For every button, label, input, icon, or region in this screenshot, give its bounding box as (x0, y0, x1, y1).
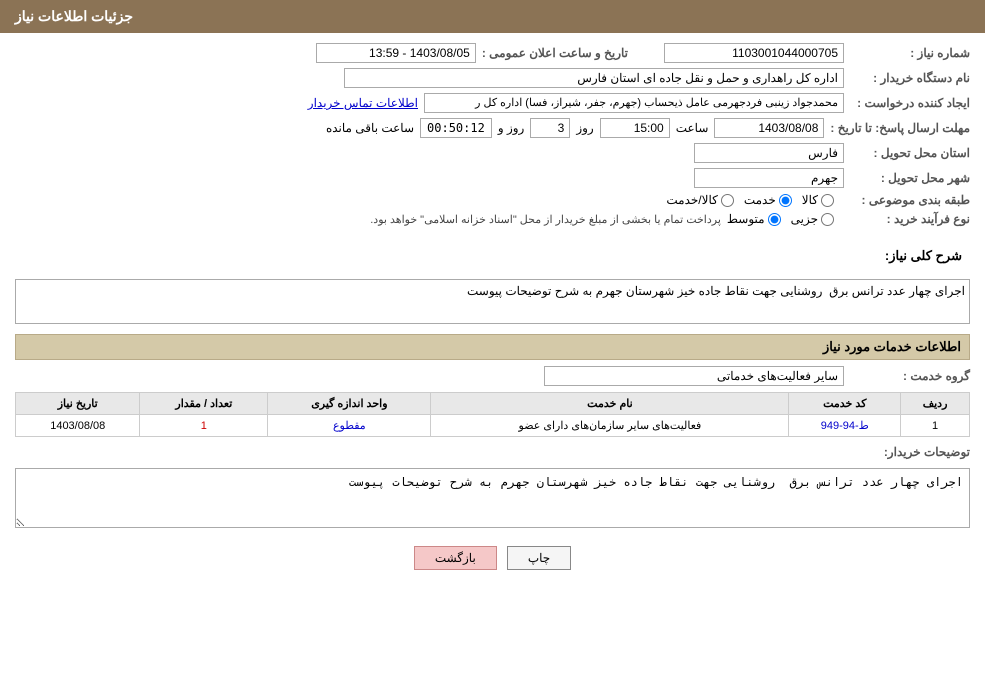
radio-jozi: جزیی (791, 212, 834, 226)
farayand-label: نوع فرآیند خرید : (850, 212, 970, 226)
shomareNiaz-value: 1103001044000705 (664, 43, 844, 63)
row-shahr: شهر محل تحویل : جهرم (15, 168, 970, 188)
sharh-textarea[interactable] (15, 279, 970, 324)
row-shomareNiaz: شماره نیاز : 1103001044000705 تاریخ و سا… (15, 43, 970, 63)
farayand-radio-group: جزیی متوسط (727, 212, 834, 226)
mohlat-label: مهلت ارسال پاسخ: تا تاریخ : (830, 121, 970, 135)
radio-motevasset: متوسط (727, 212, 781, 226)
ijadKonande-label: ایجاد کننده درخواست : (850, 96, 970, 110)
radio-khedmat-label: خدمت (744, 193, 776, 207)
row-namDastgah: نام دستگاه خریدار : اداره کل راهداری و ح… (15, 68, 970, 88)
tabaqe-label: طبقه بندی موضوعی : (850, 193, 970, 207)
sharh-section-title: شرح کلی نیاز: (877, 244, 970, 268)
cell-radif: 1 (901, 415, 970, 437)
table-row: 1 ط-94-949 فعالیت‌های سایر سازمان‌های دا… (16, 415, 970, 437)
cell-name: فعالیت‌های سایر سازمان‌های دارای عضو (431, 415, 789, 437)
row-sharh (15, 279, 970, 324)
farayand-description: پرداخت تمام یا بخشی از مبلغ خریدار از مح… (370, 213, 721, 226)
th-date: تاریخ نیاز (16, 393, 140, 415)
namDastgah-value: اداره کل راهداری و حمل و نقل جاده ای است… (344, 68, 844, 88)
mohlat-days-label: روز (576, 121, 593, 135)
groupeKhedmat-value: سایر فعالیت‌های خدماتی (544, 366, 844, 386)
ostan-value: فارس (694, 143, 844, 163)
radio-jozi-label: جزیی (791, 212, 818, 226)
radio-jozi-input[interactable] (821, 213, 834, 226)
services-table: ردیف کد خدمت نام خدمت واحد اندازه گیری ت… (15, 392, 970, 437)
taarikheElam-value: 1403/08/05 - 13:59 (316, 43, 476, 63)
shahr-value: جهرم (694, 168, 844, 188)
radio-kala: کالا (802, 193, 834, 207)
mohlat-remaining-suffix: ساعت باقی مانده (326, 121, 414, 135)
table-header-row: ردیف کد خدمت نام خدمت واحد اندازه گیری ت… (16, 393, 970, 415)
row-mohlat: مهلت ارسال پاسخ: تا تاریخ : 1403/08/08 س… (15, 118, 970, 138)
page-header: جزئیات اطلاعات نیاز (0, 0, 985, 33)
radio-kala-khedmat-input[interactable] (721, 194, 734, 207)
th-quantity: تعداد / مقدار (140, 393, 268, 415)
mohlat-time: 15:00 (600, 118, 670, 138)
page-title: جزئیات اطلاعات نیاز (15, 8, 133, 24)
tozihat-textarea[interactable] (15, 468, 970, 528)
btn-row: چاپ بازگشت (15, 546, 970, 570)
tozihat-label: توضیحات خریدار: (850, 445, 970, 459)
radio-motevasset-input[interactable] (768, 213, 781, 226)
row-tozihat-label: توضیحات خریدار: (15, 445, 970, 459)
cell-date: 1403/08/08 (16, 415, 140, 437)
cell-quantity: 1 (140, 415, 268, 437)
tabaqe-radio-group: کالا خدمت کالا/خدمت (666, 193, 834, 207)
th-name: نام خدمت (431, 393, 789, 415)
radio-khedmat: خدمت (744, 193, 792, 207)
services-section-title: اطلاعات خدمات مورد نیاز (15, 334, 970, 360)
buyer-desc-container (15, 464, 970, 531)
main-content: شماره نیاز : 1103001044000705 تاریخ و سا… (0, 33, 985, 595)
cell-code: ط-94-949 (789, 415, 901, 437)
row-ijadKonande: ایجاد کننده درخواست : محمدجواد زینبی فرد… (15, 93, 970, 113)
cell-unit: مقطوع (268, 415, 431, 437)
radio-motevasset-label: متوسط (727, 212, 765, 226)
row-sharh-title: شرح کلی نیاز: (15, 234, 970, 274)
namDastgah-label: نام دستگاه خریدار : (850, 71, 970, 85)
ijadKonande-value: محمدجواد زینبی فردجهرمی عامل ذیحساب (جهر… (424, 93, 844, 113)
page-wrapper: جزئیات اطلاعات نیاز شماره نیاز : 1103001… (0, 0, 985, 691)
print-button[interactable]: چاپ (507, 546, 571, 570)
radio-kala-khedmat-label: کالا/خدمت (666, 193, 717, 207)
mohlat-remaining: 00:50:12 (420, 118, 492, 138)
mohlat-date: 1403/08/08 (714, 118, 824, 138)
row-tabaqe: طبقه بندی موضوعی : کالا خدمت کالا/خدمت (15, 193, 970, 207)
row-farayand: نوع فرآیند خرید : جزیی متوسط پرداخت تمام… (15, 212, 970, 226)
th-code: کد خدمت (789, 393, 901, 415)
ijadKonande-link[interactable]: اطلاعات تماس خریدار (308, 96, 418, 110)
shomareNiaz-label: شماره نیاز : (850, 46, 970, 60)
radio-kala-khedmat: کالا/خدمت (666, 193, 733, 207)
ostan-label: استان محل تحویل : (850, 146, 970, 160)
row-ostan: استان محل تحویل : فارس (15, 143, 970, 163)
mohlat-remaining-label: روز و (498, 121, 525, 135)
shahr-label: شهر محل تحویل : (850, 171, 970, 185)
radio-khedmat-input[interactable] (779, 194, 792, 207)
row-group-khedmat: گروه خدمت : سایر فعالیت‌های خدماتی (15, 366, 970, 386)
groupeKhedmat-label: گروه خدمت : (850, 369, 970, 383)
mohlat-days: 3 (530, 118, 570, 138)
th-radif: ردیف (901, 393, 970, 415)
back-button[interactable]: بازگشت (414, 546, 497, 570)
radio-kala-input[interactable] (821, 194, 834, 207)
mohlat-time-label: ساعت (676, 121, 709, 135)
radio-kala-label: کالا (802, 193, 818, 207)
taarikheElam-label: تاریخ و ساعت اعلان عمومی : (482, 46, 628, 60)
th-unit: واحد اندازه گیری (268, 393, 431, 415)
